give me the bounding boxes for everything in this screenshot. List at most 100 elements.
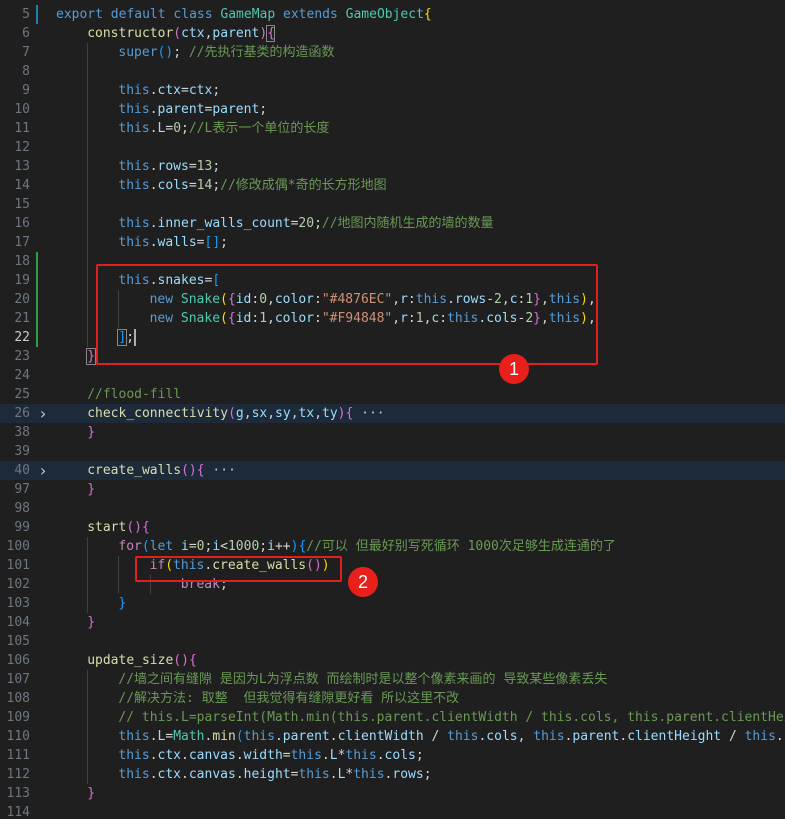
code-text: //墙之间有缝隙 是因为L为浮点数 而绘制时是以整个像素来画的 导致某些像素丢失 — [118, 670, 607, 689]
line-number: 105 — [6, 634, 30, 649]
code-token: , — [517, 729, 534, 744]
code-token: ) — [337, 406, 346, 421]
line-number: 19 — [14, 273, 30, 288]
highlight-box-create-walls — [135, 556, 342, 582]
code-token: start — [87, 520, 127, 535]
code-line[interactable]: 6 constructor(ctx,parent){ — [0, 24, 785, 43]
code-line[interactable]: 103} — [0, 594, 785, 613]
code-token: 14 — [196, 178, 213, 193]
indent-guide — [87, 233, 89, 252]
code-token: ( — [228, 406, 236, 421]
code-line[interactable]: 109 // this.L=parseInt(Math.min(this.pare… — [0, 708, 785, 727]
code-token: export — [56, 7, 111, 22]
line-number: 21 — [14, 311, 30, 326]
code-token: { — [423, 7, 432, 22]
code-token: ; — [415, 748, 424, 763]
code-editor[interactable]: 5 export default class GameMap extends Ga… — [0, 0, 785, 819]
code-line[interactable]: 11 this.L=0;//L表示一个单位的长度 — [0, 119, 785, 138]
code-line[interactable]: 10 this.parent=parent; — [0, 100, 785, 119]
highlight-box-snakes — [96, 264, 598, 365]
code-line[interactable]: 98 — [0, 499, 785, 518]
line-number: 15 — [14, 197, 30, 212]
code-token: { — [196, 463, 205, 478]
line-number: 23 — [14, 349, 30, 364]
code-line[interactable]: 13 this.rows=13; — [0, 157, 785, 176]
line-number: 108 — [6, 691, 30, 706]
code-text: //解决方法: 取整 但我觉得有缝隙更好看 所以这里不改 — [118, 689, 459, 708]
code-line[interactable]: 8 — [0, 62, 785, 81]
code-line[interactable]: 24 — [0, 366, 785, 385]
chevron-right-icon[interactable]: › — [36, 404, 50, 423]
code-line[interactable]: 38} — [0, 423, 785, 442]
code-line[interactable]: 106 update_size(){ — [0, 651, 785, 670]
code-line[interactable]: 7 super(); //先执行基类的构造函数 — [0, 43, 785, 62]
code-token: . — [149, 121, 158, 136]
code-token: . — [181, 767, 189, 782]
code-text: export default class GameMap extends Gam… — [56, 5, 432, 24]
code-token: super — [118, 45, 158, 60]
code-line[interactable]: 25 //flood-fill — [0, 385, 785, 404]
code-token: ctx — [181, 26, 205, 41]
code-token: this — [118, 767, 150, 782]
indent-guide — [87, 252, 89, 271]
code-token: sy — [275, 406, 291, 421]
line-number: 102 — [6, 577, 30, 592]
chevron-right-icon[interactable]: › — [36, 461, 50, 480]
git-modified-indicator[interactable] — [36, 252, 38, 347]
code-line[interactable]: 15 — [0, 195, 785, 214]
code-token: rows — [157, 159, 189, 174]
code-text: check_connectivity(g,sx,sy,tx,ty){ ··· — [87, 404, 384, 423]
code-line[interactable]: 102 break; — [0, 575, 785, 594]
code-line[interactable]: 26 › check_connectivity(g,sx,sy,tx,ty){ ··… — [0, 404, 785, 423]
code-line[interactable]: 104} — [0, 613, 785, 632]
code-token: . — [181, 748, 189, 763]
code-line[interactable]: 12 — [0, 138, 785, 157]
code-line[interactable]: 101 if(this.create_walls()) — [0, 556, 785, 575]
code-token: this — [298, 767, 330, 782]
code-token: tx — [298, 406, 315, 421]
code-line[interactable]: 9 this.ctx=ctx; — [0, 81, 785, 100]
git-change-indicator[interactable] — [36, 5, 38, 24]
code-line[interactable]: 113} — [0, 784, 785, 803]
code-line[interactable]: 14 this.cols=14;//修改成偶*奇的长方形地图 — [0, 176, 785, 195]
code-text: } — [87, 613, 95, 632]
indent-guide — [87, 119, 89, 138]
indent-guide — [87, 43, 89, 62]
code-text: this.rows=13; — [118, 157, 220, 176]
code-line[interactable]: 5 export default class GameMap extends Ga… — [0, 5, 785, 24]
code-text: } — [118, 594, 126, 613]
code-line[interactable]: 112 this.ctx.canvas.height=this.L*this.ro… — [0, 765, 785, 784]
line-number: 113 — [6, 786, 30, 801]
code-line[interactable]: 108 //解决方法: 取整 但我觉得有缝隙更好看 所以这里不改 — [0, 689, 785, 708]
code-line[interactable]: 114 — [0, 803, 785, 819]
code-text: for(let i=0;i<1000;i++){//可以 但最好别写死循环 10… — [118, 537, 616, 556]
code-token: . — [149, 235, 158, 250]
line-number: 111 — [6, 748, 30, 763]
line-number: 14 — [14, 178, 30, 193]
code-line[interactable]: 105 — [0, 632, 785, 651]
code-line[interactable]: 110 this.L=Math.min(this.parent.clientWid… — [0, 727, 785, 746]
code-text: } — [87, 784, 95, 803]
code-token: this — [447, 729, 479, 744]
code-line[interactable]: 39 — [0, 442, 785, 461]
code-token: = — [188, 539, 197, 554]
code-token: () — [157, 45, 174, 60]
code-line[interactable]: 111 this.ctx.canvas.width=this.L*this.col… — [0, 746, 785, 765]
code-line[interactable]: 107 //墙之间有缝隙 是因为L为浮点数 而绘制时是以整个像素来画的 导致某些像… — [0, 670, 785, 689]
code-line[interactable]: 16 this.inner_walls_count=20;//地图内随机生成的墙的… — [0, 214, 785, 233]
code-line[interactable]: 17 this.walls=[]; — [0, 233, 785, 252]
line-number: 20 — [14, 292, 30, 307]
code-token: clientHeight — [627, 729, 722, 744]
code-token: } — [87, 615, 96, 630]
indent-guide — [87, 594, 89, 613]
line-number: 10 — [14, 102, 30, 117]
code-line[interactable]: 99 start(){ — [0, 518, 785, 537]
code-line[interactable]: 100 for(let i=0;i<1000;i++){//可以 但最好别写死循环… — [0, 537, 785, 556]
code-line[interactable]: 40 › create_walls(){ ··· — [0, 461, 785, 480]
code-text: //flood-fill — [87, 385, 181, 404]
code-line[interactable]: 97} — [0, 480, 785, 499]
indent-guide — [87, 575, 89, 594]
code-token: , — [290, 406, 299, 421]
code-token: ; — [212, 159, 221, 174]
code-token: () — [126, 520, 142, 535]
